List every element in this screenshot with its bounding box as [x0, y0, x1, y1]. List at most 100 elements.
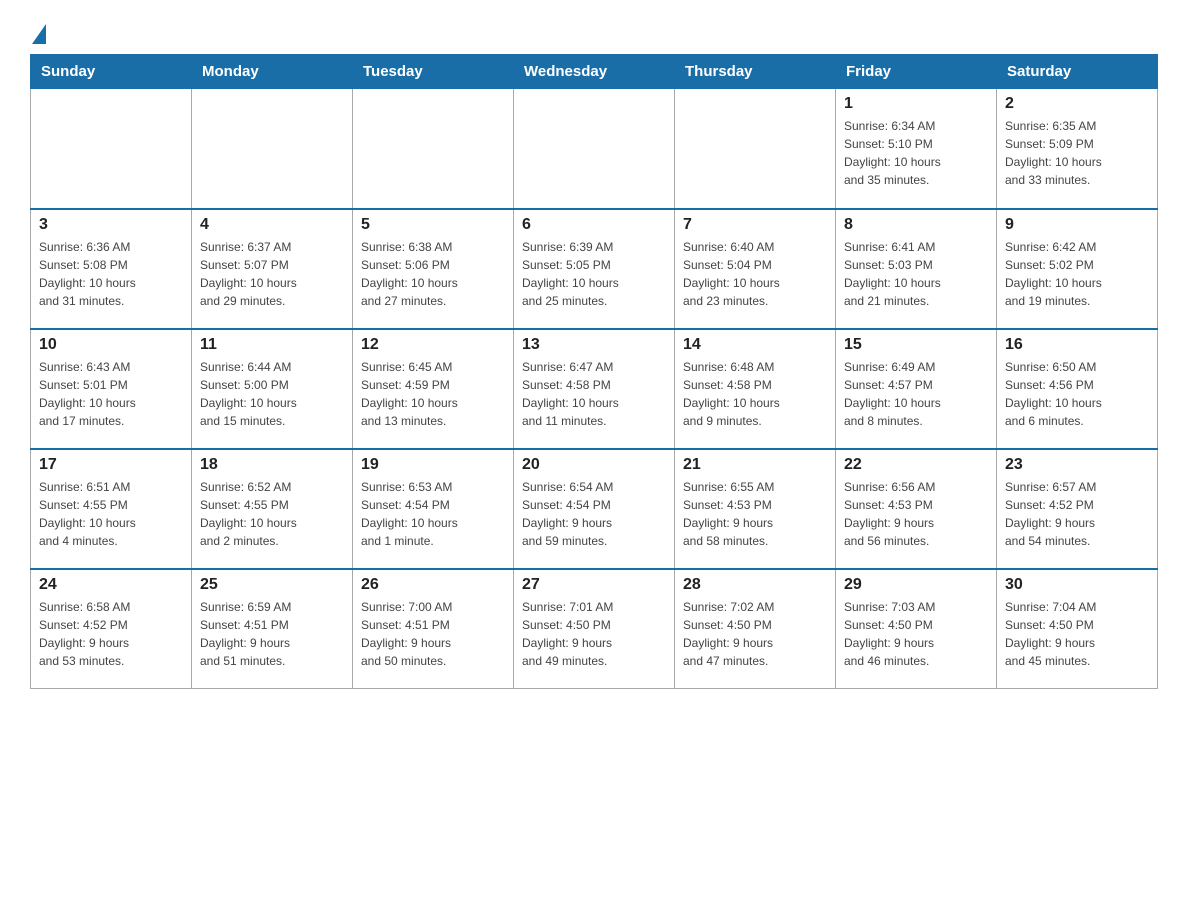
calendar-cell — [675, 89, 836, 209]
day-number: 20 — [522, 456, 666, 474]
day-info: Sunrise: 6:40 AM Sunset: 5:04 PM Dayligh… — [683, 238, 827, 310]
day-info: Sunrise: 6:45 AM Sunset: 4:59 PM Dayligh… — [361, 358, 505, 430]
weekday-header-monday: Monday — [192, 55, 353, 89]
day-info: Sunrise: 7:03 AM Sunset: 4:50 PM Dayligh… — [844, 598, 988, 670]
day-info: Sunrise: 6:34 AM Sunset: 5:10 PM Dayligh… — [844, 117, 988, 189]
day-number: 16 — [1005, 336, 1149, 354]
calendar-cell: 7 Sunrise: 6:40 AM Sunset: 5:04 PM Daylig… — [675, 209, 836, 329]
day-number: 6 — [522, 216, 666, 234]
calendar-cell: 3 Sunrise: 6:36 AM Sunset: 5:08 PM Daylig… — [31, 209, 192, 329]
day-info: Sunrise: 6:54 AM Sunset: 4:54 PM Dayligh… — [522, 478, 666, 550]
calendar-table: SundayMondayTuesdayWednesdayThursdayFrid… — [30, 54, 1158, 689]
calendar-cell: 25 Sunrise: 6:59 AM Sunset: 4:51 PM Dayli… — [192, 569, 353, 689]
day-info: Sunrise: 6:39 AM Sunset: 5:05 PM Dayligh… — [522, 238, 666, 310]
day-info: Sunrise: 6:58 AM Sunset: 4:52 PM Dayligh… — [39, 598, 183, 670]
calendar-cell: 21Sunrise: 6:55 AM Sunset: 4:53 PM Dayli… — [675, 449, 836, 569]
weekday-header-wednesday: Wednesday — [514, 55, 675, 89]
day-number: 29 — [844, 576, 988, 594]
header — [30, 20, 1158, 44]
day-info: Sunrise: 6:55 AM Sunset: 4:53 PM Dayligh… — [683, 478, 827, 550]
day-number: 28 — [683, 576, 827, 594]
calendar-cell: 27 Sunrise: 7:01 AM Sunset: 4:50 PM Dayli… — [514, 569, 675, 689]
day-number: 24 — [39, 576, 183, 594]
week-row-5: 24 Sunrise: 6:58 AM Sunset: 4:52 PM Dayli… — [31, 569, 1158, 689]
day-number: 4 — [200, 216, 344, 234]
weekday-header-sunday: Sunday — [31, 55, 192, 89]
weekday-header-friday: Friday — [836, 55, 997, 89]
day-info: Sunrise: 6:51 AM Sunset: 4:55 PM Dayligh… — [39, 478, 183, 550]
calendar-cell: 29 Sunrise: 7:03 AM Sunset: 4:50 PM Dayli… — [836, 569, 997, 689]
day-number: 10 — [39, 336, 183, 354]
calendar-cell: 11 Sunrise: 6:44 AM Sunset: 5:00 PM Dayli… — [192, 329, 353, 449]
day-info: Sunrise: 6:52 AM Sunset: 4:55 PM Dayligh… — [200, 478, 344, 550]
day-number: 14 — [683, 336, 827, 354]
day-info: Sunrise: 6:36 AM Sunset: 5:08 PM Dayligh… — [39, 238, 183, 310]
week-row-4: 17 Sunrise: 6:51 AM Sunset: 4:55 PM Dayli… — [31, 449, 1158, 569]
day-number: 15 — [844, 336, 988, 354]
calendar-cell: 14 Sunrise: 6:48 AM Sunset: 4:58 PM Dayli… — [675, 329, 836, 449]
day-number: 27 — [522, 576, 666, 594]
calendar-cell: 5Sunrise: 6:38 AM Sunset: 5:06 PM Daylig… — [353, 209, 514, 329]
calendar-cell: 19 Sunrise: 6:53 AM Sunset: 4:54 PM Dayli… — [353, 449, 514, 569]
day-info: Sunrise: 6:35 AM Sunset: 5:09 PM Dayligh… — [1005, 117, 1149, 189]
day-info: Sunrise: 6:44 AM Sunset: 5:00 PM Dayligh… — [200, 358, 344, 430]
week-row-2: 3 Sunrise: 6:36 AM Sunset: 5:08 PM Daylig… — [31, 209, 1158, 329]
calendar-cell: 26 Sunrise: 7:00 AM Sunset: 4:51 PM Dayli… — [353, 569, 514, 689]
day-info: Sunrise: 6:56 AM Sunset: 4:53 PM Dayligh… — [844, 478, 988, 550]
day-info: Sunrise: 6:49 AM Sunset: 4:57 PM Dayligh… — [844, 358, 988, 430]
calendar-cell: 9 Sunrise: 6:42 AM Sunset: 5:02 PM Daylig… — [997, 209, 1158, 329]
day-number: 2 — [1005, 95, 1149, 113]
calendar-cell: 23Sunrise: 6:57 AM Sunset: 4:52 PM Dayli… — [997, 449, 1158, 569]
calendar-cell: 16 Sunrise: 6:50 AM Sunset: 4:56 PM Dayli… — [997, 329, 1158, 449]
day-number: 8 — [844, 216, 988, 234]
day-info: Sunrise: 6:50 AM Sunset: 4:56 PM Dayligh… — [1005, 358, 1149, 430]
calendar-cell: 15 Sunrise: 6:49 AM Sunset: 4:57 PM Dayli… — [836, 329, 997, 449]
calendar-cell — [514, 89, 675, 209]
day-info: Sunrise: 6:57 AM Sunset: 4:52 PM Dayligh… — [1005, 478, 1149, 550]
calendar-cell: 2 Sunrise: 6:35 AM Sunset: 5:09 PM Daylig… — [997, 89, 1158, 209]
day-info: Sunrise: 6:48 AM Sunset: 4:58 PM Dayligh… — [683, 358, 827, 430]
calendar-cell: 22 Sunrise: 6:56 AM Sunset: 4:53 PM Dayli… — [836, 449, 997, 569]
day-number: 19 — [361, 456, 505, 474]
calendar-cell: 6 Sunrise: 6:39 AM Sunset: 5:05 PM Daylig… — [514, 209, 675, 329]
day-info: Sunrise: 6:47 AM Sunset: 4:58 PM Dayligh… — [522, 358, 666, 430]
day-number: 30 — [1005, 576, 1149, 594]
day-info: Sunrise: 6:59 AM Sunset: 4:51 PM Dayligh… — [200, 598, 344, 670]
day-number: 18 — [200, 456, 344, 474]
calendar-cell: 4 Sunrise: 6:37 AM Sunset: 5:07 PM Daylig… — [192, 209, 353, 329]
day-number: 25 — [200, 576, 344, 594]
day-number: 11 — [200, 336, 344, 354]
day-number: 7 — [683, 216, 827, 234]
day-number: 22 — [844, 456, 988, 474]
day-number: 9 — [1005, 216, 1149, 234]
logo — [30, 20, 46, 44]
calendar-cell: 20 Sunrise: 6:54 AM Sunset: 4:54 PM Dayli… — [514, 449, 675, 569]
day-info: Sunrise: 7:04 AM Sunset: 4:50 PM Dayligh… — [1005, 598, 1149, 670]
day-info: Sunrise: 6:37 AM Sunset: 5:07 PM Dayligh… — [200, 238, 344, 310]
calendar-cell: 13Sunrise: 6:47 AM Sunset: 4:58 PM Dayli… — [514, 329, 675, 449]
weekday-header-tuesday: Tuesday — [353, 55, 514, 89]
day-number: 5 — [361, 216, 505, 234]
weekday-header-saturday: Saturday — [997, 55, 1158, 89]
day-info: Sunrise: 7:00 AM Sunset: 4:51 PM Dayligh… — [361, 598, 505, 670]
calendar-cell: 1 Sunrise: 6:34 AM Sunset: 5:10 PM Daylig… — [836, 89, 997, 209]
day-info: Sunrise: 6:41 AM Sunset: 5:03 PM Dayligh… — [844, 238, 988, 310]
calendar-cell: 28Sunrise: 7:02 AM Sunset: 4:50 PM Dayli… — [675, 569, 836, 689]
day-info: Sunrise: 6:43 AM Sunset: 5:01 PM Dayligh… — [39, 358, 183, 430]
week-row-3: 10 Sunrise: 6:43 AM Sunset: 5:01 PM Dayli… — [31, 329, 1158, 449]
logo-triangle-icon — [32, 24, 46, 44]
calendar-cell — [353, 89, 514, 209]
calendar-cell: 8 Sunrise: 6:41 AM Sunset: 5:03 PM Daylig… — [836, 209, 997, 329]
calendar-cell: 18 Sunrise: 6:52 AM Sunset: 4:55 PM Dayli… — [192, 449, 353, 569]
day-number: 3 — [39, 216, 183, 234]
day-info: Sunrise: 6:42 AM Sunset: 5:02 PM Dayligh… — [1005, 238, 1149, 310]
day-info: Sunrise: 6:53 AM Sunset: 4:54 PM Dayligh… — [361, 478, 505, 550]
day-info: Sunrise: 7:01 AM Sunset: 4:50 PM Dayligh… — [522, 598, 666, 670]
day-number: 26 — [361, 576, 505, 594]
calendar-cell — [192, 89, 353, 209]
day-number: 1 — [844, 95, 988, 113]
week-row-1: 1 Sunrise: 6:34 AM Sunset: 5:10 PM Daylig… — [31, 89, 1158, 209]
day-number: 17 — [39, 456, 183, 474]
calendar-cell — [31, 89, 192, 209]
calendar-cell: 30 Sunrise: 7:04 AM Sunset: 4:50 PM Dayli… — [997, 569, 1158, 689]
